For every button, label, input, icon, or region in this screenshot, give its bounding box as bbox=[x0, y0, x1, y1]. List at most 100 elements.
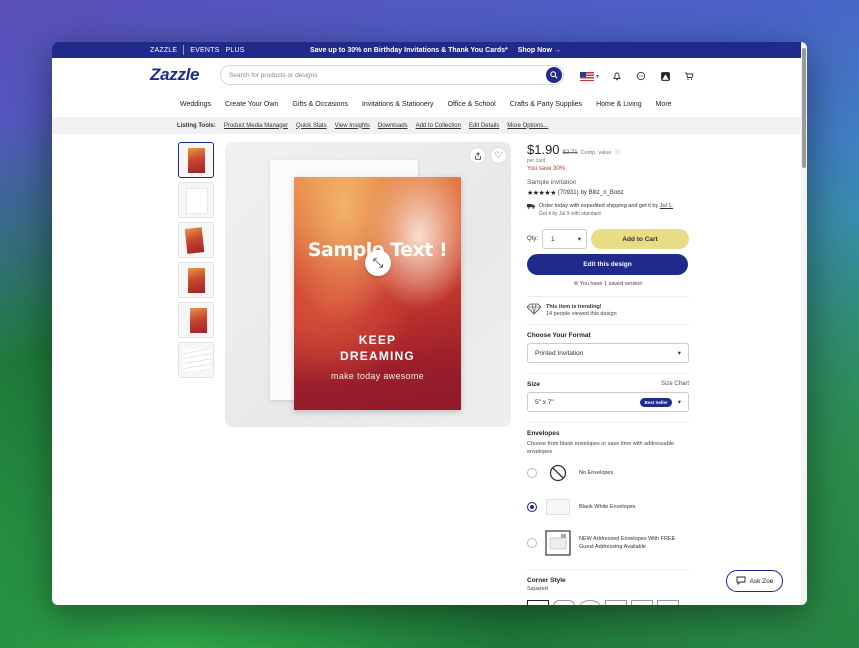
card-keep-dreaming: KEEP DREAMING bbox=[294, 332, 461, 364]
format-value: Printed Invitation bbox=[535, 349, 584, 357]
diamond-icon bbox=[526, 303, 542, 317]
ask-zoe-button[interactable]: Ask Zoe bbox=[726, 570, 783, 592]
price: $1.90 bbox=[527, 142, 560, 157]
promo-link-zazzle[interactable]: ZAZZLE bbox=[150, 47, 177, 54]
corner-style-options bbox=[527, 600, 689, 605]
info-icon[interactable]: ⓘ bbox=[614, 148, 620, 156]
envelope-option-addressed[interactable]: NEW Addressed Envelopes With FREE Guest … bbox=[527, 524, 689, 562]
nav-more[interactable]: More bbox=[656, 101, 672, 108]
product-image[interactable]: Sample Text ! KEEP DREAMING make today a… bbox=[225, 142, 511, 427]
thumbnail-4[interactable] bbox=[178, 262, 214, 298]
envelopes-title: Envelopes bbox=[527, 430, 560, 437]
chat-icon[interactable] bbox=[635, 70, 647, 82]
nav-home-living[interactable]: Home & Living bbox=[596, 101, 642, 108]
qty-value: 1 bbox=[551, 235, 555, 243]
size-chart-link[interactable]: Size Chart bbox=[661, 381, 689, 388]
ask-zoe-label: Ask Zoe bbox=[749, 577, 774, 585]
product-name: Sample invitation bbox=[527, 179, 577, 186]
thumbnail-3[interactable] bbox=[178, 222, 214, 258]
chevron-down-icon: ▾ bbox=[577, 236, 582, 243]
divider bbox=[527, 373, 689, 374]
designer-byline[interactable]: by Blitz_n_Bobz bbox=[581, 190, 624, 196]
promo-divider bbox=[183, 45, 185, 55]
card-thumbnail-image bbox=[188, 268, 205, 293]
radio-blank-selected[interactable] bbox=[527, 502, 537, 512]
thumbnail-2[interactable] bbox=[178, 182, 214, 218]
bell-icon[interactable] bbox=[611, 70, 623, 82]
tool-view-insights[interactable]: View Insights bbox=[335, 123, 370, 129]
standard-shipping-text: Get it by Jul 9 with standard bbox=[539, 211, 601, 217]
chevron-down-icon: ▾ bbox=[677, 399, 681, 406]
quantity-row: Qty: 1 ▾ Add to Cart bbox=[527, 229, 689, 249]
radio-addressed[interactable] bbox=[527, 538, 537, 548]
rating-row: ★★★★★ (70931) by Blitz_n_Bobz bbox=[527, 189, 689, 197]
country-selector[interactable]: ▾ bbox=[580, 71, 600, 81]
corner-cloud-option[interactable] bbox=[657, 600, 679, 605]
site-header: Zazzle Search for products or designs ▾ bbox=[52, 58, 807, 93]
nav-weddings[interactable]: Weddings bbox=[180, 101, 211, 108]
add-to-cart-button[interactable]: Add to Cart bbox=[591, 229, 689, 249]
thumbnail-6[interactable] bbox=[178, 342, 214, 378]
promo-link-events[interactable]: EVENTS bbox=[190, 47, 219, 54]
search-button[interactable] bbox=[546, 67, 562, 83]
corner-scallop-option[interactable] bbox=[605, 600, 627, 605]
account-avatar-icon[interactable] bbox=[659, 70, 671, 82]
search-input[interactable]: Search for products or designs bbox=[220, 65, 564, 85]
corner-squared-option[interactable] bbox=[527, 600, 549, 605]
radio-none[interactable] bbox=[527, 468, 537, 478]
shop-now-link[interactable]: Shop Now → bbox=[518, 47, 561, 54]
category-nav: Weddings Create Your Own Gifts & Occasio… bbox=[52, 93, 807, 115]
tool-more-options[interactable]: More Options... bbox=[507, 123, 548, 129]
format-title: Choose Your Format bbox=[527, 332, 591, 339]
review-count[interactable]: (70931) bbox=[558, 190, 579, 196]
cart-icon[interactable] bbox=[683, 70, 695, 82]
format-select[interactable]: Printed Invitation ▾ bbox=[527, 343, 689, 363]
size-select[interactable]: 5" x 7" Best Seller ▾ bbox=[527, 392, 689, 412]
edit-design-button[interactable]: Edit this design bbox=[527, 254, 688, 275]
corner-style-value: Squared bbox=[527, 586, 548, 592]
shipping-info: Order today with expedited shipping and … bbox=[527, 203, 689, 217]
star-rating-icon[interactable]: ★★★★★ bbox=[527, 189, 556, 197]
thumbnail-5[interactable] bbox=[178, 302, 214, 338]
blank-envelope-image bbox=[545, 494, 571, 520]
tool-add-to-collection[interactable]: Add to Collection bbox=[416, 123, 461, 129]
shipping-date-link[interactable]: Jul 1. bbox=[660, 203, 673, 209]
card-thumbnail-image bbox=[188, 148, 205, 173]
divider bbox=[527, 324, 689, 325]
truck-icon bbox=[527, 203, 535, 217]
promo-link-plus[interactable]: PLUS bbox=[225, 47, 244, 54]
trending-notice: This item is trending! 14 people viewed … bbox=[526, 296, 689, 317]
comp-price: $2.71 bbox=[562, 150, 578, 156]
thumbnail-1[interactable] bbox=[178, 142, 214, 178]
expand-icon[interactable]: ⤡ bbox=[365, 250, 391, 276]
envelope-option-none[interactable]: No Envelopes bbox=[527, 456, 689, 490]
addressed-envelope-image bbox=[545, 530, 571, 556]
tool-edit-details[interactable]: Edit Details bbox=[469, 123, 499, 129]
quantity-select[interactable]: 1 ▾ bbox=[542, 229, 588, 249]
trending-title: This item is trending! bbox=[546, 303, 602, 310]
scrollbar[interactable] bbox=[801, 42, 807, 605]
corner-ticket-option[interactable] bbox=[631, 600, 653, 605]
envelope-option-blank[interactable]: Blank White Envelopes bbox=[527, 490, 689, 524]
saved-icon: ⊜ bbox=[573, 281, 579, 287]
nav-gifts-occasions[interactable]: Gifts & Occasions bbox=[292, 101, 348, 108]
invitation-card: Sample Text ! KEEP DREAMING make today a… bbox=[294, 177, 461, 410]
heart-icon[interactable]: ♡ bbox=[490, 147, 507, 164]
size-title: Size bbox=[527, 381, 541, 388]
saved-version-row[interactable]: ⊜ You have 1 saved version bbox=[527, 281, 689, 287]
corner-circle-option[interactable] bbox=[579, 600, 601, 605]
tool-product-media-manager[interactable]: Product Media Manager bbox=[224, 123, 288, 129]
tool-quick-stats[interactable]: Quick Stats bbox=[296, 123, 327, 129]
zazzle-logo[interactable]: Zazzle bbox=[150, 65, 200, 85]
envelope-stack-thumbnail-image bbox=[183, 349, 211, 371]
scrollbar-thumb[interactable] bbox=[802, 48, 806, 168]
nav-crafts-party[interactable]: Crafts & Party Supplies bbox=[510, 101, 582, 108]
nav-office-school[interactable]: Office & School bbox=[448, 101, 496, 108]
tool-downloads[interactable]: Downloads bbox=[378, 123, 408, 129]
nav-invitations-stationery[interactable]: Invitations & Stationery bbox=[362, 101, 434, 108]
chevron-down-icon: ▾ bbox=[596, 73, 600, 80]
listing-tools-label: Listing Tools: bbox=[177, 122, 216, 129]
corner-rounded-option[interactable] bbox=[553, 600, 575, 605]
share-icon[interactable] bbox=[469, 147, 486, 164]
nav-create-your-own[interactable]: Create Your Own bbox=[225, 101, 278, 108]
